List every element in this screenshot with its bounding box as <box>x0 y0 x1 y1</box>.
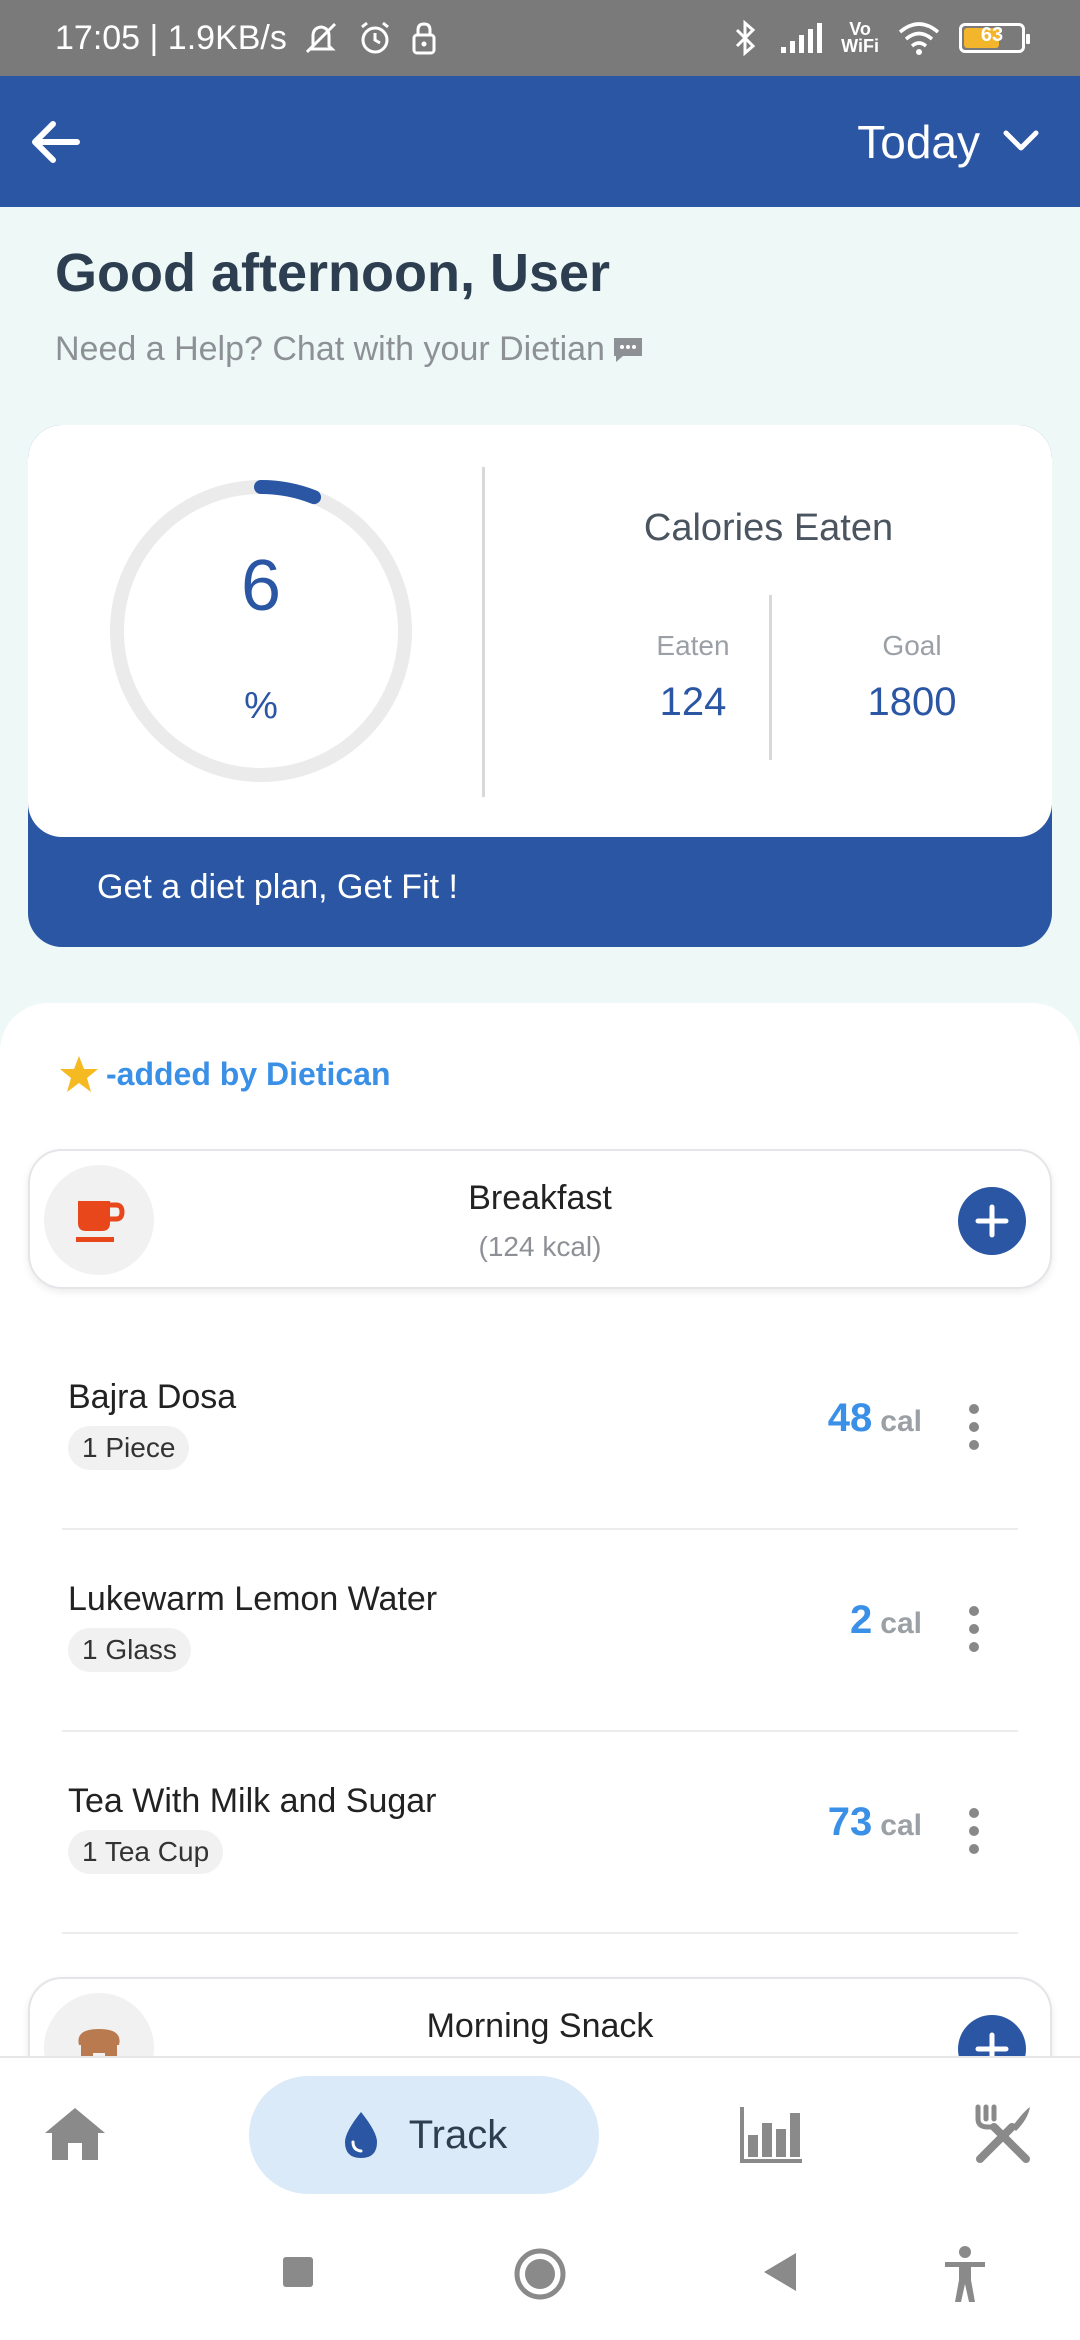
food-row[interactable]: Bajra Dosa 1 Piece 48 cal <box>62 1328 1018 1530</box>
calorie-card: 6 % Calories Eaten Eaten 124 Goal 1800 <box>28 425 1052 837</box>
wifi-icon <box>897 20 941 56</box>
more-options-icon[interactable] <box>968 1606 980 1652</box>
circle-icon <box>514 2248 566 2300</box>
diet-plan-cta[interactable]: Get a diet plan, Get Fit ! <box>97 868 458 907</box>
bluetooth-icon <box>729 18 761 58</box>
food-row[interactable]: Lukewarm Lemon Water 1 Glass 2 cal <box>62 1530 1018 1732</box>
food-cal-value: 73 <box>827 1800 873 1844</box>
chevron-down-icon <box>1003 130 1039 150</box>
food-quantity: 1 Piece <box>68 1426 190 1470</box>
drop-icon <box>344 2112 377 2158</box>
nav-track[interactable]: Track <box>249 2076 599 2194</box>
food-calories: 48 cal <box>828 1396 922 1441</box>
battery-text: 63 <box>980 24 1004 46</box>
mute-icon <box>301 18 341 58</box>
add-food-button[interactable] <box>958 1187 1026 1255</box>
nav-home[interactable] <box>30 2094 120 2174</box>
back-button[interactable] <box>24 111 86 173</box>
signal-icon <box>779 21 823 55</box>
utensils-icon <box>975 2104 1030 2163</box>
nav-stats[interactable] <box>728 2094 814 2174</box>
food-row[interactable]: Tea With Milk and Sugar 1 Tea Cup 73 cal <box>62 1732 1018 1934</box>
triangle-back-icon <box>764 2253 796 2291</box>
date-selector[interactable]: Today <box>857 115 1056 169</box>
food-calories: 73 cal <box>828 1800 922 1845</box>
food-cal-unit: cal <box>880 1607 922 1640</box>
eaten-value: 124 <box>659 680 727 724</box>
date-label: Today <box>857 115 980 168</box>
star-icon <box>60 1056 98 1092</box>
legend-text: -added by Dietican <box>106 1055 391 1092</box>
calorie-progress-ring <box>110 480 412 782</box>
meal-card-breakfast[interactable]: Breakfast (124 kcal) <box>28 1149 1052 1289</box>
meal-kcal: (124 kcal) <box>478 1231 602 1262</box>
more-options-icon[interactable] <box>968 1404 980 1450</box>
calories-title: Calories Eaten <box>643 507 894 549</box>
square-icon <box>283 2257 313 2287</box>
food-quantity: 1 Glass <box>68 1628 191 1672</box>
arrow-left-icon <box>32 120 80 163</box>
help-text: Need a Help? Chat with your Dietian <box>55 330 605 368</box>
recents-button[interactable] <box>278 2252 318 2292</box>
lock-icon <box>409 19 439 57</box>
nav-track-label: Track <box>408 2112 508 2157</box>
alarm-icon <box>355 18 395 58</box>
food-quantity: 1 Tea Cup <box>68 1830 224 1874</box>
food-cal-value: 2 <box>850 1598 873 1642</box>
back-nav-button[interactable] <box>760 2250 800 2294</box>
eaten-label: Eaten <box>656 630 730 661</box>
food-cal-value: 48 <box>827 1396 873 1440</box>
status-right: Vo WiFi 63 <box>729 18 1030 58</box>
status-left: 17:05 | 1.9KB/s <box>55 18 439 58</box>
more-options-icon[interactable] <box>968 1808 980 1854</box>
food-cal-unit: cal <box>880 1405 922 1438</box>
home-icon <box>45 2108 105 2160</box>
meal-name: Morning Snack <box>426 2007 654 2045</box>
food-name: Lukewarm Lemon Water <box>68 1580 438 1618</box>
plus-icon <box>975 1204 1009 1238</box>
nav-diet[interactable] <box>960 2094 1046 2174</box>
battery-icon: 63 <box>959 23 1030 53</box>
stat-divider <box>769 595 772 760</box>
progress-value: 6 <box>240 546 282 626</box>
calorie-summary: 6 % Calories Eaten Eaten 124 Goal 1800 G… <box>28 425 1052 947</box>
bar-chart-icon <box>740 2107 802 2163</box>
food-calories: 2 cal <box>850 1598 922 1643</box>
system-navigation <box>0 2208 1080 2340</box>
progress-unit: % <box>244 685 278 727</box>
bottom-navigation: Track <box>0 2056 1080 2208</box>
accessibility-icon <box>945 2246 985 2302</box>
status-bar: 17:05 | 1.9KB/s Vo WiFi 63 <box>0 0 1080 76</box>
food-name: Tea With Milk and Sugar <box>68 1782 437 1820</box>
home-button[interactable] <box>512 2246 568 2302</box>
food-name: Bajra Dosa <box>68 1378 237 1416</box>
meal-name: Breakfast <box>468 1179 612 1217</box>
dietician-legend: -added by Dietican <box>58 1053 391 1095</box>
food-cal-unit: cal <box>880 1809 922 1842</box>
goal-label: Goal <box>882 630 942 661</box>
greeting-title: Good afternoon, User <box>55 243 611 303</box>
goal-value: 1800 <box>867 680 957 724</box>
accessibility-button[interactable] <box>940 2244 990 2304</box>
status-time-speed: 17:05 | 1.9KB/s <box>55 18 287 57</box>
app-bar: Today <box>0 76 1080 207</box>
chat-icon <box>613 337 642 362</box>
chat-dietitian-link[interactable]: Need a Help? Chat with your Dietian <box>55 330 645 369</box>
vowifi-icon: Vo WiFi <box>841 19 879 56</box>
